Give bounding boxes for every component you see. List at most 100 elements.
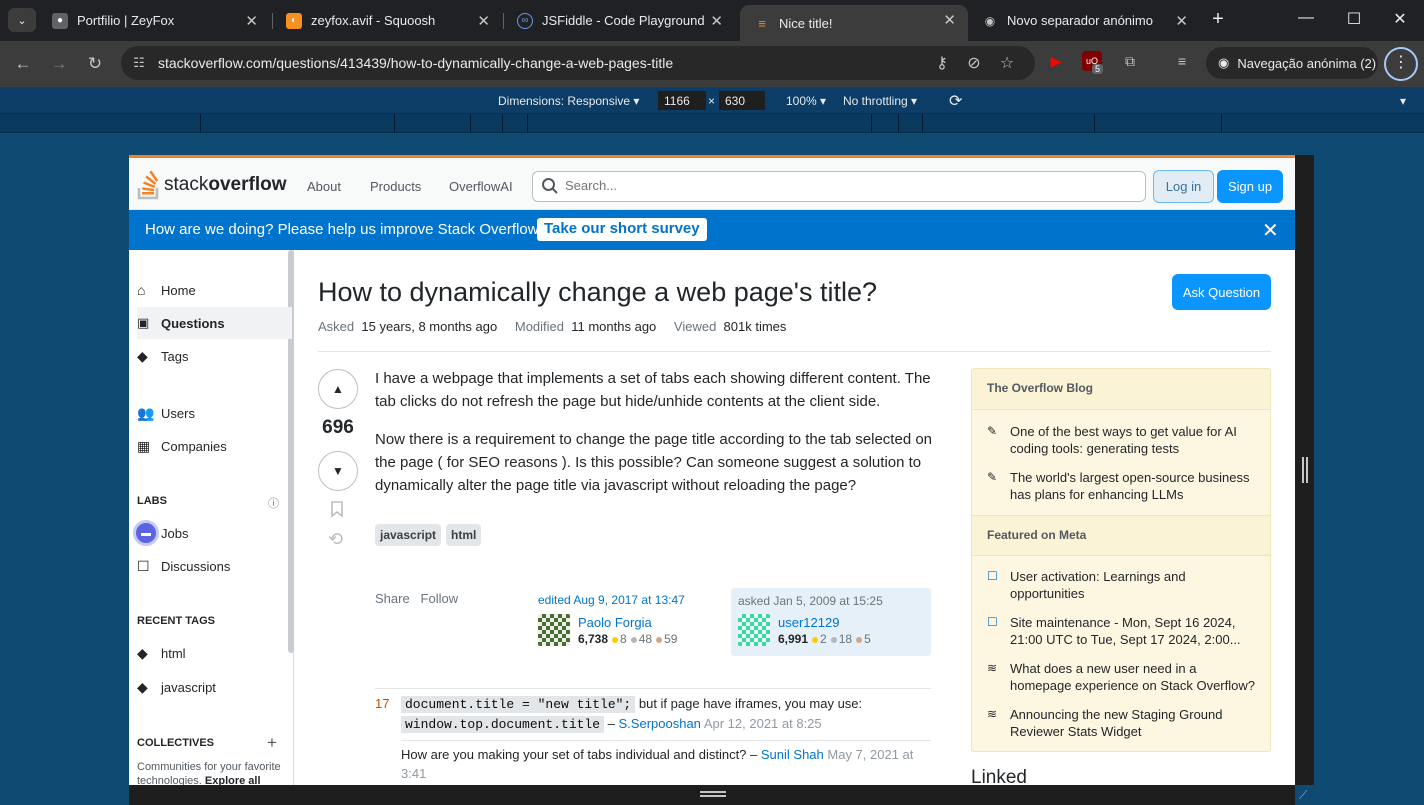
nav-overflowai[interactable]: OverflowAI — [449, 179, 513, 194]
companies-icon: ▦ — [137, 437, 151, 454]
reload-icon[interactable]: ↻ — [84, 53, 106, 75]
close-tab-icon[interactable]: ✕ — [245, 12, 258, 30]
browser-tab-active[interactable]: ≡ Nice title! ✕ — [740, 5, 968, 41]
close-tab-icon[interactable]: ✕ — [710, 12, 723, 30]
survey-button[interactable]: Take our short survey — [537, 218, 707, 241]
sidebar-item-questions[interactable]: ▣ Questions — [137, 307, 292, 339]
recent-tags-heading: RECENT TAGS — [137, 615, 216, 627]
stackoverflow-logo-icon — [137, 170, 159, 200]
explore-all-link[interactable]: Explore all — [205, 775, 261, 785]
asker-card: asked Jan 5, 2009 at 15:25 user12129 6,9… — [731, 588, 931, 656]
users-icon: 👥 — [137, 404, 155, 421]
page-title[interactable]: How to dynamically change a web page's t… — [318, 277, 877, 308]
avatar[interactable] — [538, 614, 570, 646]
search-input[interactable] — [565, 178, 1125, 193]
meta-item[interactable]: ☐ User activation: Learnings and opportun… — [987, 568, 1257, 602]
comment-user-link[interactable]: S.Serpooshan — [619, 716, 701, 731]
sidebar-item-home[interactable]: ⌂ Home — [137, 274, 291, 306]
info-icon[interactable]: ⓘ — [268, 495, 279, 511]
throttling-dropdown[interactable]: No throttling ▾ — [843, 94, 917, 108]
youtube-extension-icon[interactable]: ▶ — [1046, 51, 1066, 71]
minimize-icon[interactable]: — — [1296, 9, 1316, 27]
url-text[interactable]: stackoverflow.com/questions/413439/how-t… — [158, 55, 673, 71]
maximize-icon[interactable]: ☐ — [1344, 9, 1364, 29]
new-tab-icon[interactable]: + — [1208, 8, 1228, 31]
downvote-button[interactable]: ▼ — [318, 451, 358, 491]
sidebar-item-jobs[interactable]: ▬ Jobs — [133, 517, 291, 549]
sidebar-tag-html[interactable]: ◆ html — [137, 637, 291, 669]
blog-item[interactable]: ✎ The world's largest open-source busines… — [987, 469, 1257, 503]
forward-icon[interactable]: → — [48, 53, 70, 75]
incognito-profile-button[interactable]: ◉ Navegação anónima (2) — [1206, 47, 1378, 79]
meta-item[interactable]: ☐ Site maintenance - Mon, Sept 16 2024, 2… — [987, 614, 1257, 648]
sidebar-tag-javascript[interactable]: ◆ javascript — [137, 671, 291, 703]
login-button[interactable]: Log in — [1153, 170, 1214, 203]
nav-about[interactable]: About — [307, 179, 341, 194]
extensions-puzzle-icon[interactable]: ⧉ — [1120, 51, 1140, 71]
bookmark-icon[interactable] — [330, 501, 344, 522]
address-bar[interactable]: ☷ stackoverflow.com/questions/413439/how… — [121, 46, 1035, 80]
search-box[interactable] — [532, 171, 1146, 202]
signup-button[interactable]: Sign up — [1217, 170, 1283, 203]
browser-tab[interactable]: ● Portfilio | ZeyFox ✕ — [38, 6, 270, 35]
width-input[interactable] — [658, 91, 706, 110]
discussions-icon: ☐ — [137, 557, 150, 574]
tag-icon: ◆ — [137, 644, 148, 661]
stackoverflow-logo[interactable]: stack overflow — [137, 170, 286, 200]
sidebar-item-tags[interactable]: ◆ Tags — [137, 340, 291, 372]
incognito-icon: ◉ — [1218, 55, 1230, 70]
linked-heading: Linked — [971, 767, 1027, 785]
sidebar-item-companies[interactable]: ▦ Companies — [137, 430, 291, 462]
close-icon[interactable]: ✕ — [1262, 218, 1279, 243]
viewport-resize-handle-right[interactable] — [1295, 155, 1314, 785]
meta-item[interactable]: ≋ What does a new user need in a homepage… — [987, 660, 1257, 694]
share-link[interactable]: Share — [375, 591, 410, 606]
edited-link[interactable]: edited Aug 9, 2017 at 13:47 — [538, 593, 685, 607]
back-icon[interactable]: ← — [12, 53, 34, 75]
browser-tab[interactable]: ◉ Novo separador anónimo ✕ — [968, 6, 1200, 35]
close-tab-icon[interactable]: ✕ — [477, 12, 490, 30]
follow-link[interactable]: Follow — [421, 591, 459, 606]
tag-icon: ◆ — [137, 678, 148, 695]
more-options-icon[interactable]: ▾ — [1400, 94, 1406, 108]
rotate-icon[interactable]: ⟳ — [949, 91, 962, 111]
post-tag-javascript[interactable]: javascript — [375, 524, 442, 546]
pencil-icon: ✎ — [987, 424, 998, 438]
browser-menu-icon[interactable]: ⋮ — [1384, 47, 1418, 81]
avatar[interactable] — [738, 614, 770, 646]
nav-products[interactable]: Products — [370, 179, 421, 194]
corner-resize-icon[interactable]: ⟋ — [1299, 788, 1307, 803]
asker-name[interactable]: user12129 — [778, 615, 839, 630]
window-close-icon[interactable]: ✕ — [1390, 9, 1410, 29]
height-input[interactable] — [719, 91, 765, 110]
bookmark-star-icon[interactable]: ☆ — [997, 53, 1017, 73]
collectives-heading: COLLECTIVES — [137, 737, 215, 749]
upvote-button[interactable]: ▲ — [318, 369, 358, 409]
history-icon[interactable]: ⟲ — [328, 529, 343, 550]
browser-tab[interactable]: ◐ zeyfox.avif - Squoosh ✕ — [272, 6, 502, 35]
meta-item[interactable]: ≋ Announcing the new Staging Ground Revie… — [987, 706, 1257, 740]
comment-user-link[interactable]: Sunil Shah — [761, 747, 824, 762]
overflow-blog-widget: The Overflow Blog ✎ One of the best ways … — [971, 368, 1271, 752]
tab-search-button[interactable]: ⌄ — [8, 8, 36, 32]
chat-bubble-icon: ☐ — [987, 569, 998, 583]
blog-item[interactable]: ✎ One of the best ways to get value for A… — [987, 423, 1257, 457]
post-tag-html[interactable]: html — [446, 524, 482, 546]
sidebar-item-users[interactable]: 👥 Users — [137, 397, 291, 429]
dimensions-dropdown[interactable]: Dimensions: Responsive ▾ — [498, 94, 639, 108]
ask-question-button[interactable]: Ask Question — [1172, 274, 1271, 310]
featured-meta-heading: Featured on Meta — [972, 515, 1270, 556]
key-icon[interactable]: ⚷ — [932, 53, 952, 73]
zoom-dropdown[interactable]: 100% ▾ — [786, 94, 826, 108]
eye-off-icon[interactable]: ⊘ — [964, 53, 984, 73]
media-control-icon[interactable]: ≡ — [1172, 51, 1192, 71]
close-tab-icon[interactable]: ✕ — [943, 11, 956, 29]
viewport-resize-handle-bottom[interactable]: ⟋ — [129, 785, 1307, 805]
editor-name[interactable]: Paolo Forgia — [578, 615, 652, 630]
close-tab-icon[interactable]: ✕ — [1175, 12, 1188, 30]
browser-tab[interactable]: ∞ JSFiddle - Code Playground ✕ — [503, 6, 735, 35]
arrow-down-icon: ▼ — [332, 464, 344, 478]
sidebar-item-discussions[interactable]: ☐ Discussions — [137, 550, 291, 582]
add-collective-icon[interactable]: + — [267, 733, 277, 753]
site-info-icon[interactable]: ☷ — [129, 55, 149, 71]
